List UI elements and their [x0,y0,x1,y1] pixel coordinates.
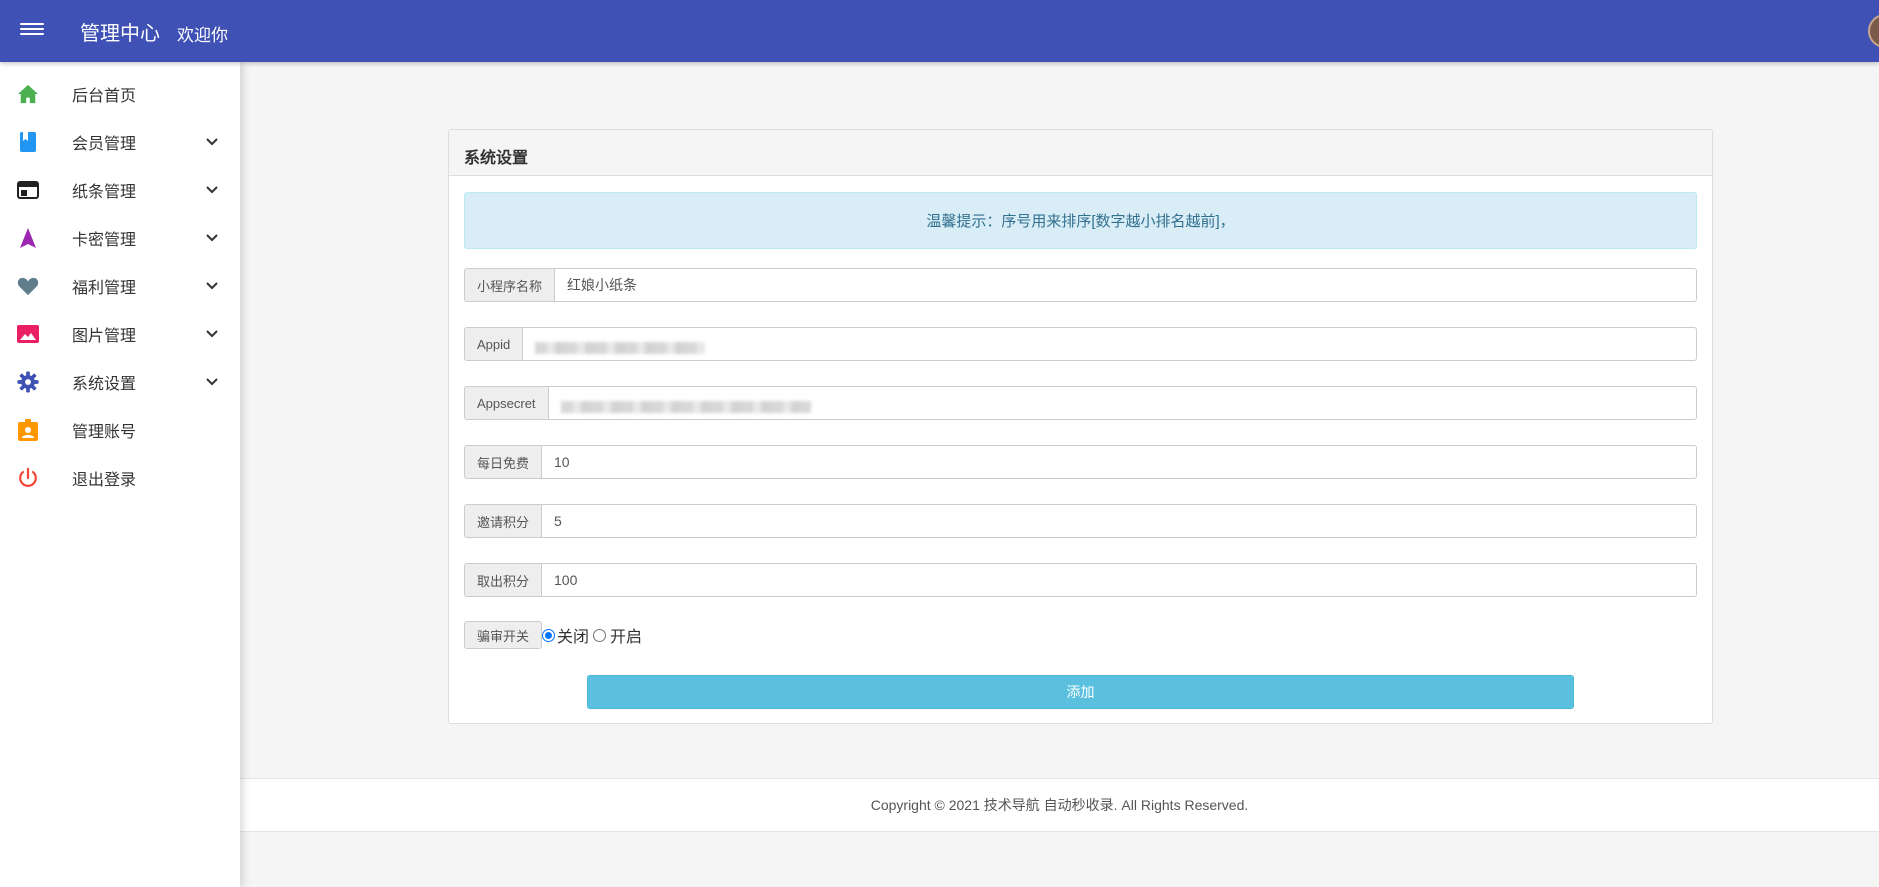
image-icon [16,324,40,344]
footer: Copyright © 2021 技术导航 自动秒收录. All Rights … [240,778,1879,832]
gear-icon [16,371,40,393]
field-row-app-name: 小程序名称 [464,268,1697,302]
sidebar-item-label: 管理账号 [72,424,137,441]
field-row-daily-free: 每日免费 [464,445,1697,479]
field-label: 邀请积分 [464,504,542,538]
field-label: Appid [464,327,523,361]
redacted-value [560,401,811,413]
field-row-appsecret: Appsecret [464,386,1697,420]
settings-panel: 系统设置 温馨提示：序号用来排序[数字越小排名越前]， 小程序名称 Appid … [448,129,1713,724]
web-icon [16,180,40,200]
radio-button[interactable] [593,628,607,642]
book-icon [16,132,40,152]
chevron-down-icon [206,282,218,290]
daily-free-input[interactable] [541,445,1697,479]
field-row-appid: Appid [464,327,1697,361]
sidebar: 后台首页 会员管理 纸条管理 卡密管理 福利管理 图片管理 系统设置 管理账号 … [0,62,240,887]
field-row-invite-points: 邀请积分 [464,504,1697,538]
sidebar-item-accounts[interactable]: 管理账号 [0,406,240,454]
appid-input[interactable] [522,327,1697,361]
chevron-down-icon [206,234,218,242]
radio-label: 开启 [610,629,643,646]
main-content: 系统设置 温馨提示：序号用来排序[数字越小排名越前]， 小程序名称 Appid … [240,62,1879,887]
sidebar-item-label: 系统设置 [72,376,137,393]
sidebar-item-label: 退出登录 [72,472,137,489]
app-title: 管理中心 [80,23,160,45]
sidebar-item-members[interactable]: 会员管理 [0,118,240,166]
sidebar-item-label: 福利管理 [72,280,137,297]
hamburger-menu-icon[interactable] [20,20,44,40]
badge-icon [16,419,40,441]
redacted-value [535,342,706,354]
sidebar-item-notes[interactable]: 纸条管理 [0,166,240,214]
sidebar-item-home[interactable]: 后台首页 [0,70,240,118]
notice-alert: 温馨提示：序号用来排序[数字越小排名越前]， [464,192,1697,249]
chevron-down-icon [206,186,218,194]
field-label: 小程序名称 [464,268,555,302]
navigation-icon [16,228,40,248]
avatar[interactable] [1868,14,1879,48]
radio-button[interactable] [542,628,556,642]
top-app-bar: 管理中心 欢迎你 [0,0,1879,62]
field-label: Appsecret [464,386,548,420]
sidebar-item-label: 会员管理 [72,136,137,153]
field-label: 取出积分 [464,563,542,597]
sidebar-item-settings[interactable]: 系统设置 [0,358,240,406]
field-row-withdraw-points: 取出积分 [464,563,1697,597]
review-switch-row: 骗审开关 关闭 开启 [464,621,642,649]
radio-off[interactable]: 关闭 [542,623,589,647]
field-label: 骗审开关 [464,621,543,649]
sidebar-item-images[interactable]: 图片管理 [0,310,240,358]
chevron-down-icon [206,138,218,146]
field-label: 每日免费 [464,445,542,479]
welcome-text: 欢迎你 [177,26,228,45]
sidebar-item-benefits[interactable]: 福利管理 [0,262,240,310]
sidebar-item-label: 后台首页 [72,88,137,105]
invite-points-input[interactable] [541,504,1697,538]
sidebar-item-cards[interactable]: 卡密管理 [0,214,240,262]
appsecret-input[interactable] [547,386,1697,420]
chevron-down-icon [206,330,218,338]
withdraw-points-input[interactable] [541,563,1697,597]
radio-label: 关闭 [557,629,590,646]
sidebar-item-label: 纸条管理 [72,184,137,201]
chevron-down-icon [206,378,218,386]
power-icon [16,467,40,488]
sidebar-item-logout[interactable]: 退出登录 [0,454,240,502]
app-name-input[interactable] [554,268,1697,302]
heart-icon [16,276,40,296]
add-button[interactable]: 添加 [587,675,1574,709]
radio-on[interactable]: 开启 [593,623,642,647]
home-icon [16,84,40,104]
sidebar-item-label: 卡密管理 [72,232,137,249]
panel-title: 系统设置 [449,130,1712,176]
sidebar-item-label: 图片管理 [72,328,137,345]
